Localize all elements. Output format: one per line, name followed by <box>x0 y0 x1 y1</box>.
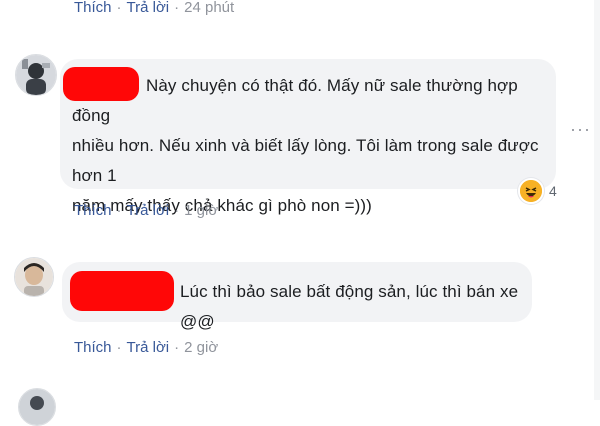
separator-dot: · <box>174 339 180 356</box>
commenter-3-avatar[interactable] <box>18 388 56 426</box>
comment-line: nhiều hơn. Nếu xinh và biết lấy lòng. Tô… <box>72 136 539 185</box>
reply-link[interactable]: Trả lời <box>127 0 170 16</box>
comment-1-text: Này chuyện có thật đó. Mấy nữ sale thườn… <box>72 71 556 221</box>
more-options-icon[interactable]: ··· <box>570 120 591 138</box>
avatar-image-icon <box>16 55 56 95</box>
reaction-count: 4 <box>549 183 557 199</box>
separator-dot: · <box>116 339 122 356</box>
redacted-username <box>63 67 139 101</box>
separator-dot: · <box>116 202 122 219</box>
reply-link[interactable]: Trả lời <box>127 202 170 219</box>
comment-line: Này chuyện có thật đó. Mấy nữ sale thườn… <box>72 76 518 125</box>
commenter-2-avatar[interactable] <box>14 257 54 297</box>
avatar-image-icon <box>15 258 53 296</box>
comment-timestamp[interactable]: 1 giờ <box>184 202 218 219</box>
like-link[interactable]: Thích <box>74 0 112 16</box>
redacted-username <box>70 271 174 311</box>
separator-dot: · <box>116 0 122 16</box>
like-link[interactable]: Thích <box>74 339 112 356</box>
separator-dot: · <box>174 202 180 219</box>
commenter-1-avatar[interactable] <box>15 54 57 96</box>
comment-2-bubble: Lúc thì bảo sale bất động sản, lúc thì b… <box>62 262 532 331</box>
comment-1-actions: Thích · Trả lời · 1 giờ <box>74 202 218 219</box>
comment-2-actions: Thích · Trả lời · 2 giờ <box>74 339 218 356</box>
comment-timestamp[interactable]: 24 phút <box>184 0 234 16</box>
like-link[interactable]: Thích <box>74 202 112 219</box>
scrollbar-track[interactable] <box>594 0 600 400</box>
avatar-image-icon <box>19 389 55 425</box>
reply-link[interactable]: Trả lời <box>127 339 170 356</box>
comment-timestamp[interactable]: 2 giờ <box>184 339 218 356</box>
comment-2-text: Lúc thì bảo sale bất động sản, lúc thì b… <box>180 282 519 331</box>
comment-1-bubble: Này chuyện có thật đó. Mấy nữ sale thườn… <box>60 59 556 215</box>
separator-dot: · <box>174 0 180 16</box>
haha-emoji-icon <box>518 178 544 204</box>
reaction-summary[interactable]: 4 <box>518 178 557 204</box>
comment-0-actions: Thích · Trả lời · 24 phút <box>74 0 234 16</box>
